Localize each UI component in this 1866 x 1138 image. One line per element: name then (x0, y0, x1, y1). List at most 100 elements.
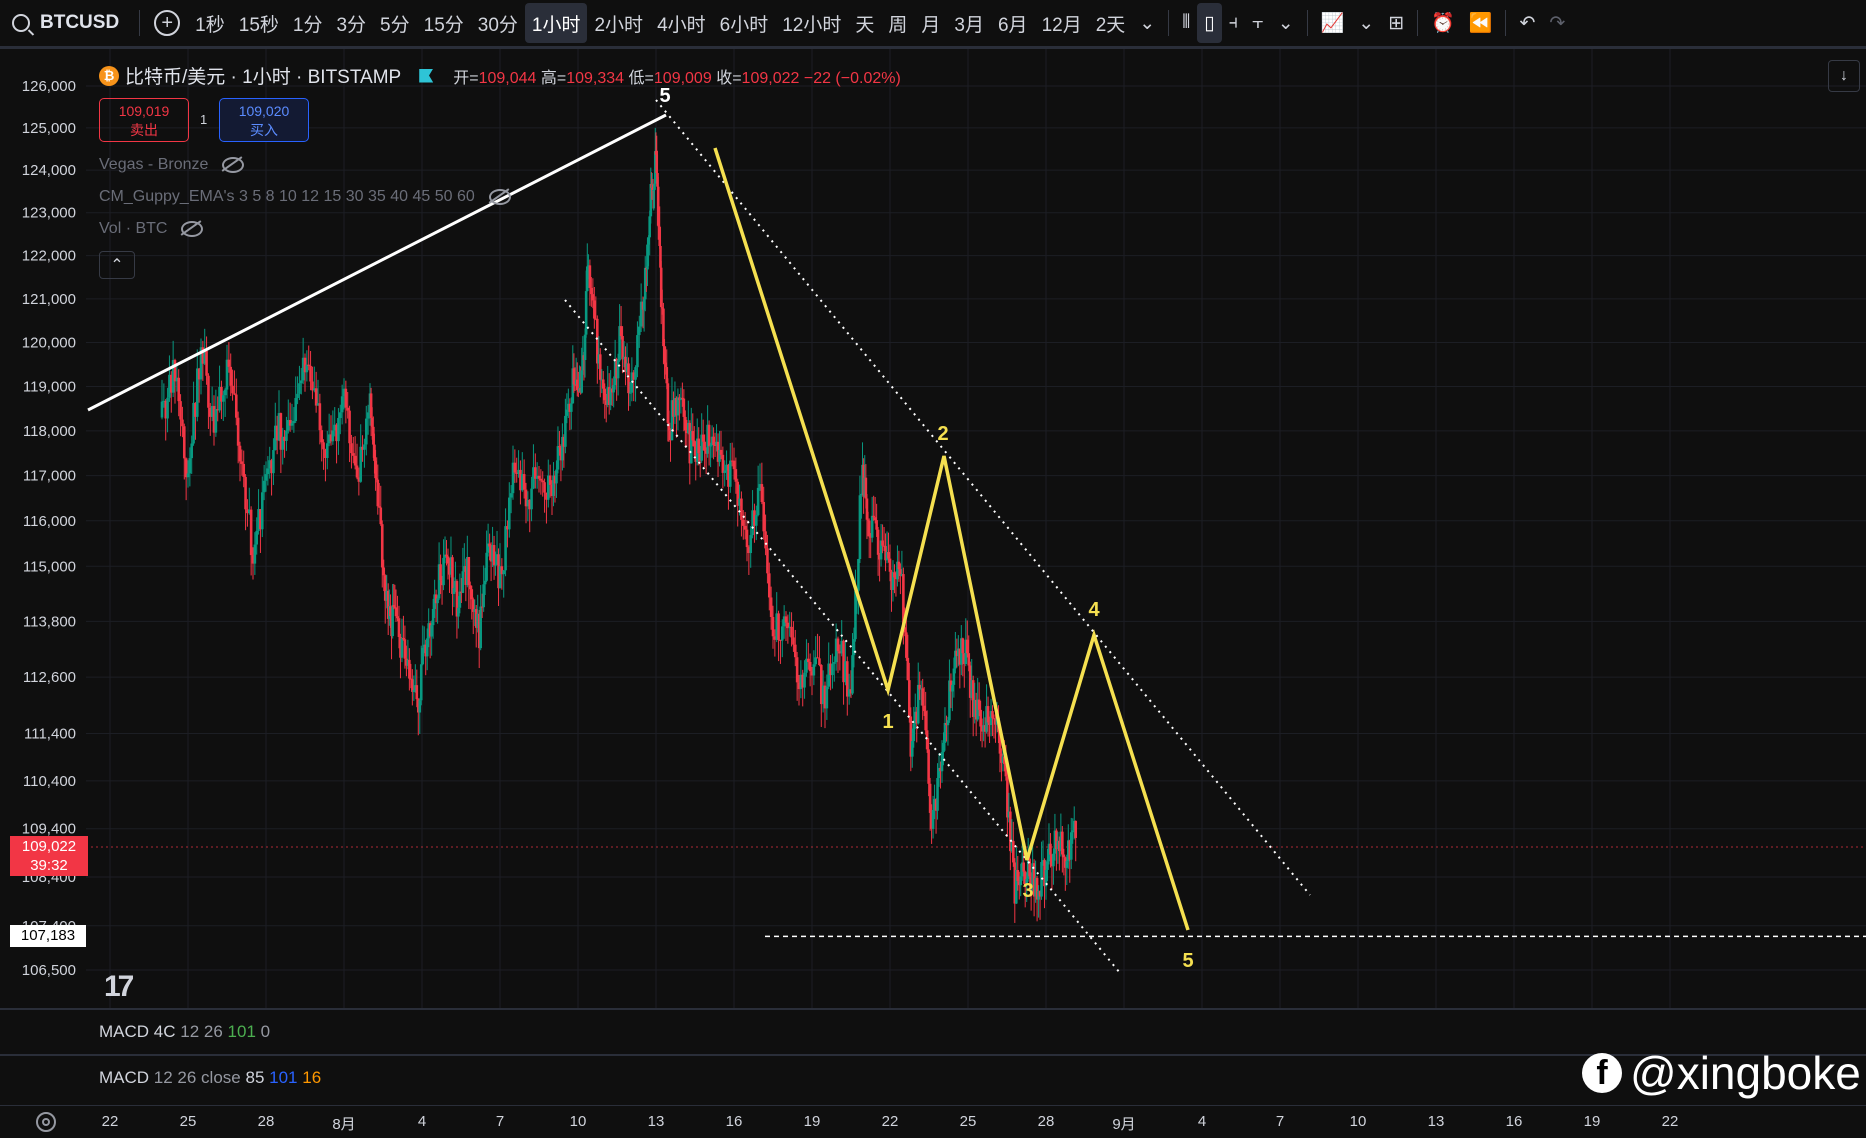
candle-body (875, 520, 878, 530)
interval-button[interactable]: 6小时 (713, 3, 776, 43)
compare-add-icon[interactable]: + (154, 10, 181, 36)
candle-body (160, 401, 164, 418)
indicator-guppy[interactable]: CM_Guppy_EMA's 3 5 8 10 12 15 30 35 40 4… (99, 188, 511, 206)
candle-body (1074, 820, 1078, 838)
interval-button[interactable]: 天 (848, 3, 881, 43)
sell-button[interactable]: 109,019 卖出 (99, 98, 189, 142)
candle-body (676, 397, 680, 416)
time-axis[interactable]: 22 25 28 8月 4 7 10 13 16 19 22 25 28 9月 4 7 10 13 16 19 22 (0, 1105, 1866, 1138)
candle-body (952, 668, 956, 685)
candle-body (816, 657, 819, 659)
undo-icon[interactable]: ↶ (1512, 3, 1542, 43)
candle-body (912, 723, 916, 742)
indicator-volume[interactable]: Vol · BTC (99, 220, 204, 238)
indicators-chevron-icon[interactable]: ⌄ (1351, 3, 1381, 43)
interval-button[interactable]: 12小时 (775, 3, 848, 43)
candle-body (943, 723, 947, 743)
facebook-icon: f (1582, 1053, 1622, 1093)
candle-body (186, 473, 190, 478)
candle-body (272, 450, 275, 474)
hollow-candle-icon[interactable]: ⫞ (1222, 3, 1246, 43)
legend-title[interactable]: 比特币/美元 · 1小时 · BITSTAMP (125, 62, 401, 89)
sell-label: 卖出 (130, 122, 158, 138)
bar-style-icon[interactable]: ⫴ (1175, 3, 1197, 43)
macd-name: MACD 4C (99, 1022, 176, 1041)
candle-body (351, 453, 355, 456)
candle-body (601, 379, 605, 389)
hidden-eye-icon[interactable] (181, 221, 204, 237)
time-axis-label: 8月 (332, 1116, 356, 1133)
toolbar-divider (1168, 10, 1170, 36)
time-axis-label: 25 (959, 1113, 977, 1130)
interval-button[interactable]: 30分 (471, 3, 525, 43)
candle-body (979, 709, 982, 727)
interval-button[interactable]: 6月 (991, 3, 1035, 43)
interval-button[interactable]: 2天 (1089, 3, 1133, 43)
candle-body (255, 530, 259, 545)
candle-body (745, 529, 749, 548)
elliott-wave-path (713, 147, 1190, 931)
candle-body (784, 616, 788, 623)
interval-button[interactable]: 1分 (286, 3, 330, 43)
macd-legend[interactable]: MACD 12 26 close 85 101 16 (99, 1068, 321, 1088)
candle-body (182, 426, 186, 459)
hidden-eye-icon[interactable] (222, 157, 245, 173)
interval-button[interactable]: 3月 (947, 3, 991, 43)
interval-button[interactable]: 5分 (373, 3, 417, 43)
candle-body (831, 663, 834, 676)
candle-style-icon[interactable]: ▯ (1197, 3, 1222, 43)
collapse-legend-chevron-icon[interactable]: ⌃ (99, 251, 135, 279)
alert-clock-icon[interactable]: ⏰ (1424, 3, 1462, 43)
interval-button[interactable]: 2小时 (587, 3, 650, 43)
interval-button[interactable]: 4小时 (650, 3, 713, 43)
indicator-vegas[interactable]: Vegas - Bronze (99, 156, 245, 174)
flag-icon[interactable] (419, 68, 434, 83)
candle-body (439, 564, 442, 581)
macd-value: 101 (227, 1022, 256, 1041)
candle-body (793, 644, 797, 658)
candle-body (285, 430, 288, 441)
price-axis-label: 110,400 (23, 773, 76, 790)
hidden-eye-icon[interactable] (488, 189, 511, 205)
interval-button[interactable]: 3分 (329, 3, 373, 43)
candle-body (851, 655, 854, 694)
layout-grid-icon[interactable]: ⊞ (1381, 3, 1411, 43)
candle-body (603, 388, 607, 401)
candle-body (294, 398, 298, 422)
buy-button[interactable]: 109,020 买入 (219, 98, 309, 142)
interval-button[interactable]: 月 (914, 3, 947, 43)
indicators-icon[interactable]: 📈 (1314, 3, 1352, 43)
interval-button[interactable]: 12月 (1035, 3, 1089, 43)
interval-list: 1秒 15秒 1分 3分 5分 15分 30分 1小时 2小时 4小时 6小时 12小时天周月 3月 6月… (188, 3, 1132, 43)
candle-body (836, 638, 840, 652)
last-price: 109,022 (21, 838, 77, 855)
interval-button[interactable]: 1秒 (188, 3, 232, 43)
time-axis-label: 19 (803, 1113, 821, 1130)
candle-body (612, 385, 615, 393)
candle-body (236, 417, 240, 446)
interval-button[interactable]: 周 (881, 3, 914, 43)
interval-dropdown-chevron-icon[interactable]: ⌄ (1132, 3, 1162, 43)
symbol-search[interactable]: BTCUSD (0, 12, 133, 34)
close-label: 收= (716, 69, 742, 87)
interval-button[interactable]: 15分 (417, 3, 471, 43)
interval-button[interactable]: 1小时 (524, 3, 588, 43)
redo-icon[interactable]: ↷ (1542, 3, 1572, 43)
candle-body (961, 638, 965, 654)
time-axis-label: 28 (1037, 1113, 1055, 1130)
macd-4c-legend[interactable]: MACD 4C 12 26 101 0 (99, 1022, 270, 1042)
candle-body (858, 495, 862, 560)
candle-body (771, 616, 775, 637)
scroll-down-arrow-icon[interactable]: ↓ (1828, 60, 1860, 92)
replay-icon[interactable]: ⏪ (1462, 3, 1500, 43)
settings-gear-icon[interactable] (36, 1112, 56, 1132)
candle-body (881, 540, 884, 546)
chart-type-chevron-icon[interactable]: ⌄ (1271, 3, 1301, 43)
candle-body (803, 672, 806, 688)
candle-body (179, 401, 182, 420)
candle-body (712, 436, 715, 445)
interval-button[interactable]: 15秒 (232, 3, 286, 43)
ohlc-bars-icon[interactable]: ⫟ (1245, 3, 1271, 43)
candle-body (767, 573, 771, 598)
price-axis-label: 116,000 (23, 513, 76, 530)
